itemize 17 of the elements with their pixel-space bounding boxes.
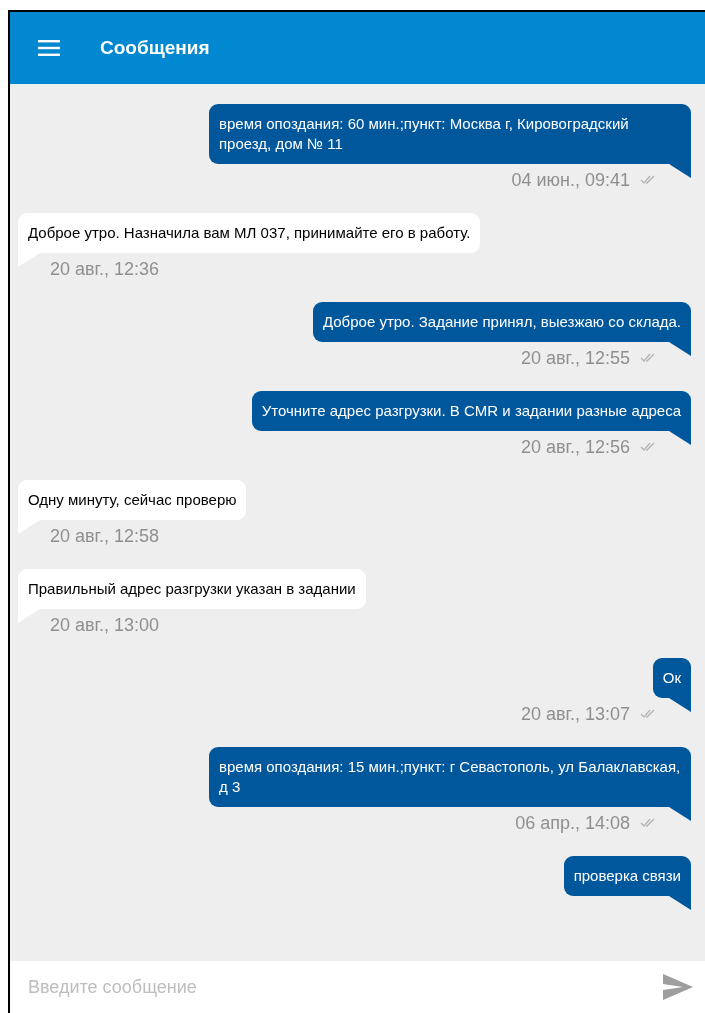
menu-icon[interactable] [38, 40, 60, 56]
bubble-tail [669, 164, 691, 178]
message-time: 20 авг., 13:07 [521, 703, 630, 726]
bubble-tail [669, 807, 691, 821]
double-check-icon [640, 709, 656, 719]
send-icon[interactable] [663, 974, 693, 1000]
message-input[interactable]: Введите сообщение [26, 975, 663, 999]
double-check-icon [640, 175, 656, 185]
message-input-field[interactable]: Введите сообщение [10, 961, 705, 1013]
bubble-tail [669, 342, 691, 356]
screen-title: Сообщения [100, 37, 210, 59]
double-check-icon [640, 353, 656, 363]
bubble-tail [669, 431, 691, 445]
bubble-tail [669, 698, 691, 712]
double-check-icon [640, 442, 656, 452]
double-check-icon [640, 818, 656, 828]
bubble-tail [669, 896, 691, 910]
